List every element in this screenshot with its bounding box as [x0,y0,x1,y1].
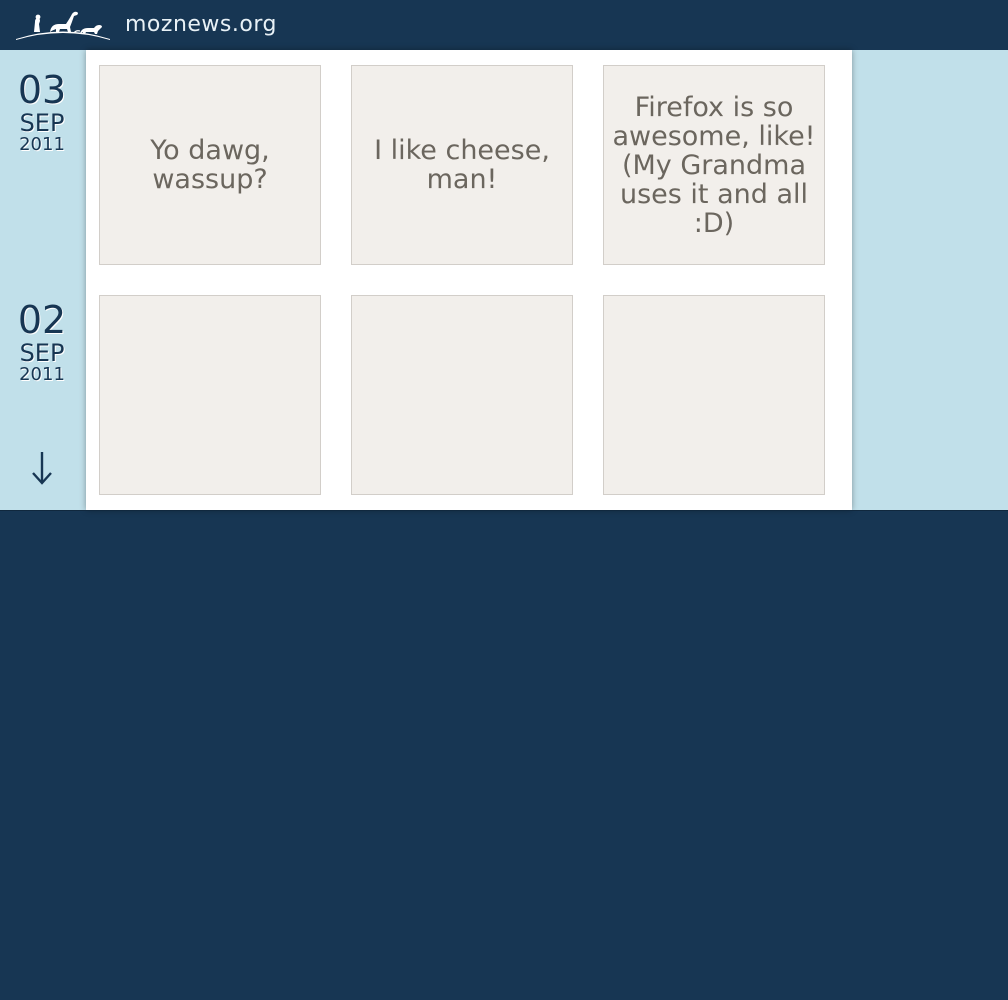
date-group-0: 03 SEP 2011 [0,70,84,154]
news-tile[interactable] [351,295,573,495]
timeline-band: 03 SEP 2011 02 SEP 2011 Yo dawg, wassup?… [0,50,1008,510]
news-tile-text: I like cheese, man! [374,135,550,195]
news-tile[interactable]: Yo dawg, wassup? [99,65,321,265]
news-tile-text: Firefox is so awesome, like! (My Grandma… [612,91,816,239]
date-day: 02 [17,298,67,342]
date-column: 03 SEP 2011 02 SEP 2011 [0,50,84,510]
news-tile[interactable] [603,295,825,495]
news-tile[interactable]: I like cheese, man! [351,65,573,265]
news-tile-text: Yo dawg, wassup? [150,135,270,195]
date-year: 2011 [19,364,65,385]
news-grid-panel: Yo dawg, wassup? I like cheese, man! Fir… [86,50,852,510]
date-month: SEP [19,339,65,367]
site-logo-icon[interactable] [14,8,112,42]
site-header: moznews.org [0,0,1008,50]
band-bottom-divider [0,510,1008,511]
date-month: SEP [19,109,65,137]
down-arrow-icon[interactable] [22,448,62,488]
news-tile[interactable] [99,295,321,495]
date-day: 03 [17,68,67,112]
site-name-link[interactable]: moznews.org [125,10,277,40]
date-group-1: 02 SEP 2011 [0,300,84,384]
date-year: 2011 [19,134,65,155]
news-tile[interactable]: Firefox is so awesome, like! (My Grandma… [603,65,825,265]
